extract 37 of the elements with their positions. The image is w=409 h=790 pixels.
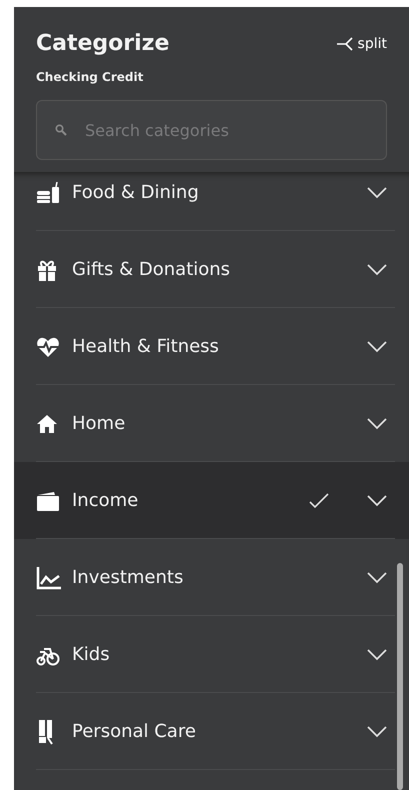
line-chart-icon [36, 566, 62, 590]
category-label: Home [72, 413, 126, 434]
chevron-down-icon[interactable] [367, 264, 387, 276]
category-item[interactable]: Home [14, 385, 409, 462]
category-label: Personal Care [72, 721, 197, 742]
check-icon [309, 492, 329, 508]
chevron-down-icon[interactable] [367, 726, 387, 738]
wallet-icon [36, 490, 60, 512]
category-label: Investments [72, 567, 184, 588]
category-item[interactable]: Food & Dining [14, 172, 409, 231]
category-label: Health & Fitness [72, 336, 220, 357]
food-icon [36, 182, 62, 204]
chevron-down-icon[interactable] [367, 340, 387, 352]
category-item[interactable]: Kids [14, 616, 409, 693]
chevron-down-icon[interactable] [367, 572, 387, 584]
chevron-down-icon[interactable] [367, 186, 387, 198]
chevron-down-icon[interactable] [367, 648, 387, 660]
search-icon [55, 124, 67, 136]
category-label: Income [72, 490, 140, 511]
category-item[interactable]: Investments [14, 539, 409, 616]
search-field[interactable]: Search categories [36, 100, 387, 160]
category-item[interactable]: Health & Fitness [14, 308, 409, 385]
gift-icon [36, 258, 58, 280]
chevron-down-icon[interactable] [367, 418, 387, 430]
category-item[interactable]: Gifts & Donations [14, 231, 409, 308]
category-item[interactable]: Income [14, 462, 409, 539]
account-label: Checking Credit [36, 70, 144, 84]
chevron-down-icon[interactable] [367, 494, 387, 506]
category-item[interactable]: Personal Care [14, 693, 409, 770]
panel-title: Categorize [36, 31, 170, 56]
category-label: Kids [72, 644, 111, 665]
category-label: Gifts & Donations [72, 259, 232, 280]
house-icon [36, 414, 58, 434]
scrollbar[interactable] [397, 563, 403, 790]
category-label: Food & Dining [72, 182, 200, 203]
split-button[interactable]: split [336, 36, 387, 52]
heartbeat-icon [36, 336, 60, 358]
